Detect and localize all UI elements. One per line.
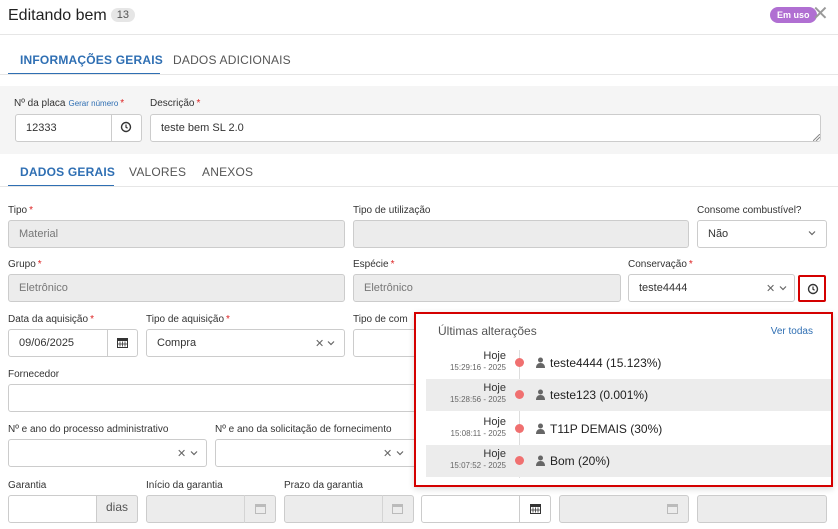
calendar-icon[interactable]: [117, 337, 128, 348]
placa-divider: [111, 114, 112, 142]
solicitacao-select[interactable]: [215, 439, 425, 467]
date-divider: [519, 495, 520, 523]
tipo-label: Tipo *: [8, 205, 33, 216]
status-badge: Em uso: [770, 7, 817, 23]
especie-input: Eletrônico: [353, 274, 621, 302]
especie-label: Espécie *: [353, 259, 395, 270]
subtabs-divider: [0, 186, 838, 187]
fornecedor-label: Fornecedor: [8, 369, 60, 380]
tab-informacoes-gerais[interactable]: INFORMAÇÕES GERAIS: [20, 53, 163, 67]
placa-origem-input: [697, 495, 827, 523]
descricao-label: Descrição *: [150, 98, 201, 109]
clear-icon[interactable]: ✕: [383, 447, 392, 460]
timeline-dot: [515, 424, 524, 433]
tipo-input: Material: [8, 220, 345, 248]
gerar-numero-link[interactable]: Gerar número: [68, 99, 118, 108]
history-button[interactable]: [798, 275, 826, 302]
clear-icon[interactable]: ✕: [315, 337, 324, 350]
inicio-garantia-label: Início da garantia: [146, 480, 223, 491]
calendar-icon: [667, 503, 678, 514]
header-divider: [0, 34, 838, 35]
tipo-aquisicao-label: Tipo de aquisição *: [146, 314, 230, 325]
resize-handle-icon[interactable]: [813, 134, 820, 141]
processo-label: Nº e ano do processo administrativo: [8, 424, 169, 435]
clock-icon[interactable]: [120, 121, 132, 133]
date-divider: [107, 329, 108, 357]
grupo-input: Eletrônico: [8, 274, 345, 302]
history-item: Hoje 15:29:16 - 2025 teste4444 (15.123%): [449, 350, 662, 372]
chevron-down-icon[interactable]: [396, 450, 404, 456]
history-popup: Últimas alterações Ver todas Hoje 15:29:…: [414, 312, 833, 487]
chevron-down-icon: [808, 230, 816, 236]
page-title-text: Editando bem: [8, 7, 107, 24]
fornecedor-input[interactable]: [8, 384, 428, 412]
garantia-suffix: dias: [106, 500, 129, 514]
user-icon: [536, 423, 545, 434]
calendar-icon: [255, 503, 266, 514]
tipo-utilizacao-input: [353, 220, 689, 248]
count-badge: 13: [110, 8, 135, 22]
view-all-link[interactable]: Ver todas: [771, 326, 813, 337]
tab-anexos[interactable]: ANEXOS: [202, 165, 253, 179]
history-popup-title: Últimas alterações: [438, 324, 537, 338]
garantia-label: Garantia: [8, 480, 47, 491]
descricao-textarea[interactable]: teste bem SL 2.0: [150, 114, 821, 142]
placa-label: Nº da placa Gerar número *: [14, 98, 125, 109]
user-icon: [536, 389, 545, 400]
date-divider: [382, 495, 383, 523]
grupo-label: Grupo *: [8, 259, 42, 270]
date-divider: [244, 495, 245, 523]
calendar-icon[interactable]: [530, 503, 541, 514]
consome-label: Consome combustível?: [697, 205, 802, 216]
tipo-com-label: Tipo de com: [353, 314, 408, 325]
user-icon: [536, 455, 545, 466]
tipo-utilizacao-label: Tipo de utilização: [353, 205, 431, 216]
chevron-down-icon[interactable]: [327, 340, 335, 346]
history-item: Hoje 15:08:11 - 2025 T11P DEMAIS (30%): [450, 416, 663, 438]
tab-valores[interactable]: VALORES: [129, 165, 186, 179]
calendar-icon: [392, 503, 403, 514]
history-item: Hoje 15:07:52 - 2025 Bom (20%): [426, 445, 831, 477]
conservacao-label: Conservação *: [628, 259, 693, 270]
data-aquisicao-label: Data da aquisição *: [8, 314, 94, 325]
timeline-dot: [515, 358, 524, 367]
clear-icon[interactable]: ✕: [766, 282, 775, 295]
tab-dados-gerais[interactable]: DADOS GERAIS: [20, 165, 115, 179]
tab-dados-adicionais[interactable]: DADOS ADICIONAIS: [173, 53, 291, 67]
timeline-dot: [515, 456, 524, 465]
chevron-down-icon[interactable]: [779, 285, 787, 291]
clear-icon[interactable]: ✕: [177, 447, 186, 460]
prazo-garantia-label: Prazo da garantia: [284, 480, 363, 491]
timeline-dot: [515, 390, 524, 399]
page-title: Editando bem 13: [8, 7, 135, 25]
tabs-divider: [0, 74, 838, 75]
chevron-down-icon[interactable]: [190, 450, 198, 456]
solicitacao-label: Nº e ano da solicitação de fornecimento: [215, 424, 392, 435]
history-item: Hoje 15:28:56 - 2025 teste123 (0.001%): [426, 379, 831, 411]
close-icon[interactable]: ✕: [812, 3, 829, 25]
user-icon: [536, 357, 545, 368]
